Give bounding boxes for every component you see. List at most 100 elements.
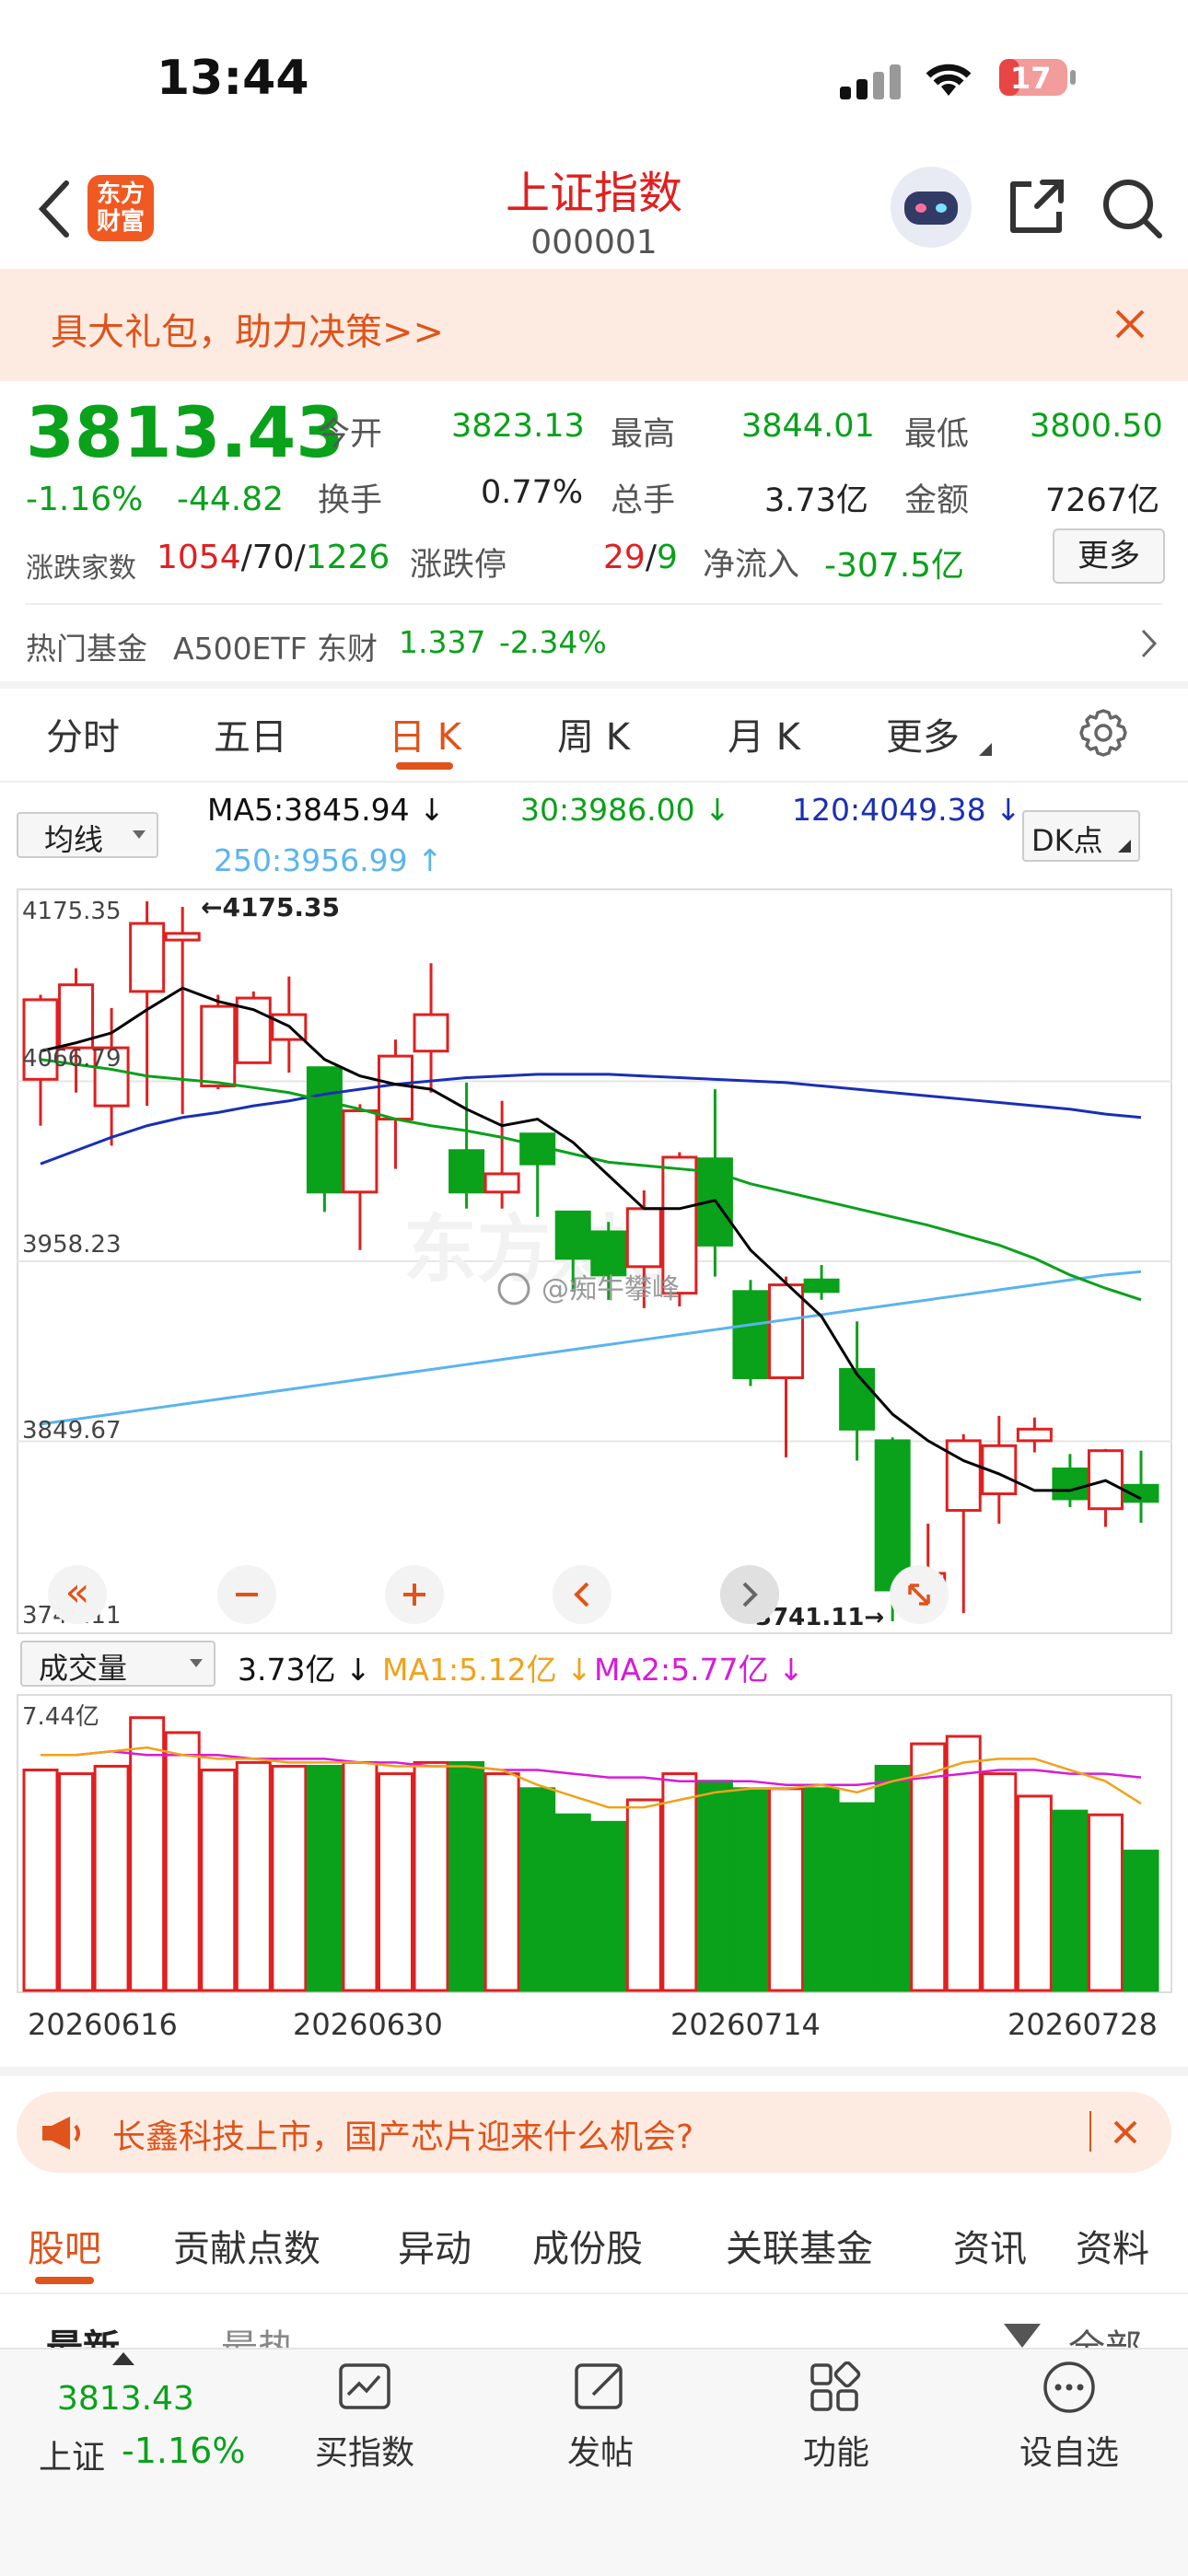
bottom-index-name[interactable]: 上证 (39, 2431, 105, 2478)
tab-daily-k[interactable]: 日 K (389, 707, 461, 760)
open-label: 今开 (318, 416, 383, 453)
function-grid-icon[interactable] (809, 2361, 864, 2417)
limit-separator: / (645, 539, 657, 576)
search-icon[interactable] (1101, 177, 1165, 245)
hot-fund-name[interactable]: A500ETF 东财 (173, 624, 378, 668)
y-tick-label: 3958.23 (22, 1231, 122, 1259)
sub-tab-all[interactable]: 全部 (1068, 2318, 1142, 2350)
bottom-pct[interactable]: -1.16% (122, 2431, 245, 2471)
volume-bar-up (271, 1764, 308, 1992)
close-icon[interactable] (1112, 2119, 1138, 2149)
battery-level: 17 (1010, 61, 1052, 96)
breadth-values: 1054/70/1226 (157, 539, 390, 576)
volume-bar-down (448, 1760, 485, 1992)
volume-bar-down (554, 1813, 591, 1992)
post-button[interactable]: 发帖 (508, 2426, 693, 2474)
filter-icon[interactable] (1004, 2324, 1041, 2348)
kline-chart[interactable]: 东方财富 4175.35 4066.79 3958.23 3849.67 374… (17, 888, 1172, 1634)
limit-values: 29/9 (603, 539, 678, 576)
megaphone-icon (39, 2113, 87, 2157)
volume-bar-down (306, 1764, 343, 1992)
volume-ma1: MA1:5.12亿 ↓ (382, 1652, 592, 1688)
more-dots-icon[interactable] (1042, 2360, 1097, 2419)
zoom-out-button[interactable] (217, 1565, 276, 1624)
sub-tab-hot[interactable]: 最热 (221, 2318, 295, 2350)
breadth-separator: / (240, 539, 252, 576)
volume-bar-up (483, 1772, 520, 1992)
amount-value: 7267亿 (1045, 482, 1160, 519)
divider (0, 781, 1188, 783)
volume-bar-up (661, 1772, 698, 1992)
tab-intraday[interactable]: 分时 (46, 707, 120, 760)
sub-tabs: 最新 最热 全部 (0, 2311, 1188, 2350)
chevron-right-icon[interactable] (1140, 628, 1159, 663)
buy-index-icon[interactable] (337, 2361, 392, 2417)
ma30-value: 30:3986.00 ↓ (520, 792, 730, 828)
buy-index-button[interactable]: 买指数 (273, 2426, 457, 2474)
promo-text[interactable]: 具大礼包，助力决策>> (51, 302, 444, 355)
tab-monthly-k[interactable]: 月 K (728, 707, 800, 760)
tab-related-funds[interactable]: 关联基金 (726, 2219, 873, 2272)
volume-label: 总手 (611, 482, 676, 519)
battery-icon: 17 (999, 57, 1076, 98)
post-icon[interactable] (573, 2361, 628, 2417)
candle-down (1052, 1468, 1089, 1501)
tab-guba[interactable]: 股吧 (28, 2219, 101, 2272)
bottom-price[interactable]: 3813.43 (57, 2380, 194, 2418)
more-button[interactable]: 更多 (1053, 528, 1165, 584)
dk-button[interactable]: DK点 (1022, 810, 1140, 862)
down-count: 1226 (305, 539, 390, 576)
weibo-watermark: @痴牛攀峰 (542, 1273, 680, 1305)
volume-selector[interactable]: 成交量 (20, 1641, 215, 1687)
scroll-left-button[interactable] (553, 1565, 611, 1624)
tab-news[interactable]: 资讯 (953, 2219, 1027, 2272)
tab-five-day[interactable]: 五日 (214, 707, 287, 760)
change-value: -44.82 (177, 481, 285, 518)
volume-bar-down (1052, 1809, 1089, 1992)
tab-movement[interactable]: 异动 (398, 2219, 472, 2272)
robot-avatar-icon[interactable] (890, 166, 973, 252)
tab-weekly-k[interactable]: 周 K (557, 707, 630, 760)
volume-bar-up (235, 1760, 272, 1992)
hot-fund-value: 1.337 (399, 624, 486, 660)
y-tick-label: 3849.67 (22, 1417, 122, 1445)
x-axis-date: 20260630 (293, 2007, 443, 2042)
candle-down (839, 1367, 876, 1431)
zoom-in-button[interactable] (385, 1565, 444, 1624)
high-value: 3844.01 (741, 408, 875, 445)
add-watchlist-button[interactable]: 设自选 (977, 2426, 1161, 2474)
scroll-right-button[interactable] (720, 1565, 779, 1624)
triangle-down-icon (133, 830, 146, 839)
breadth-label: 涨跌家数 (26, 552, 136, 585)
volume-bar-up (1016, 1794, 1053, 1992)
fullscreen-button[interactable] (890, 1565, 949, 1624)
volume-bar-up (768, 1787, 805, 1992)
candle-down (306, 1066, 343, 1194)
volume-top-label: 7.44亿 (22, 1703, 99, 1731)
candle-down (554, 1210, 591, 1260)
tab-profile[interactable]: 资料 (1076, 2219, 1149, 2272)
volume-value: 3.73亿 ↓ (238, 1652, 371, 1688)
news-text[interactable]: 长鑫科技上市，国产芯片迎来什么机会? (112, 2110, 693, 2158)
share-icon[interactable] (1006, 177, 1066, 241)
scroll-far-left-button[interactable]: « (48, 1565, 107, 1624)
candle-up (945, 1439, 982, 1513)
turnover-value: 0.77% (481, 474, 584, 511)
volume-chart[interactable]: 7.44亿 (17, 1694, 1172, 1993)
close-icon[interactable] (1114, 308, 1146, 343)
tab-contribution[interactable]: 贡献点数 (173, 2219, 320, 2272)
y-tick-label: 4066.79 (22, 1045, 122, 1073)
volume-bar-up (910, 1742, 947, 1992)
tab-constituents[interactable]: 成份股 (532, 2219, 643, 2272)
candle-up (164, 932, 201, 942)
ma-selector[interactable]: 均线 (17, 812, 158, 858)
limit-label: 涨跌停 (410, 547, 507, 584)
tab-more[interactable]: 更多 (886, 707, 960, 760)
volume-bar-up (129, 1716, 166, 1992)
volume-bar-up (200, 1769, 237, 1992)
sub-tab-latest[interactable]: 最新 (46, 2318, 120, 2350)
function-button[interactable]: 功能 (744, 2426, 928, 2474)
limit-down-count: 9 (656, 539, 678, 576)
x-axis-date: 20260714 (670, 2007, 821, 2042)
gear-icon[interactable] (1077, 707, 1129, 762)
